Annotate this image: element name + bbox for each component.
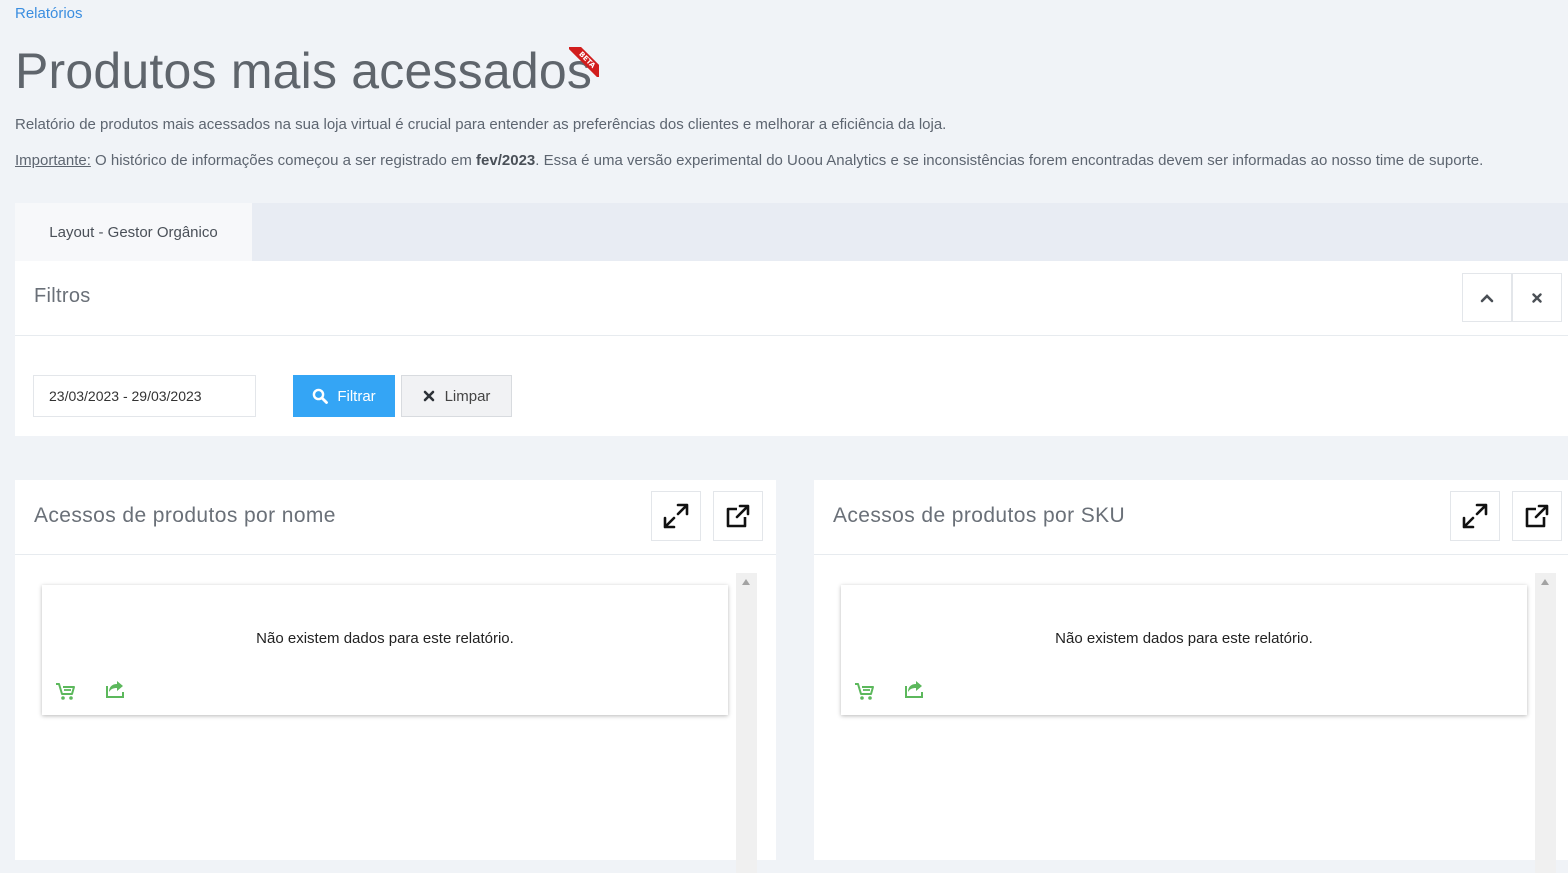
filter-button[interactable]: Filtrar: [293, 375, 395, 417]
card-title: Acessos de produtos por nome: [34, 504, 336, 527]
close-icon: [1532, 292, 1542, 303]
expand-icon: [1462, 503, 1488, 529]
card-header: Acessos de produtos por nome: [15, 480, 776, 555]
empty-message: Não existem dados para este relatório.: [1055, 630, 1313, 647]
collapse-button[interactable]: [1462, 273, 1512, 322]
report-card: Não existem dados para este relatório.: [841, 585, 1527, 715]
clear-button[interactable]: Limpar: [401, 375, 512, 417]
open-external-button[interactable]: [713, 491, 763, 541]
expand-button[interactable]: [1450, 491, 1500, 541]
beta-badge: BETA: [569, 47, 599, 77]
page-title: Produtos mais acessados: [15, 43, 593, 99]
date-range-input[interactable]: 23/03/2023 - 29/03/2023: [33, 375, 256, 417]
close-icon: [423, 390, 434, 402]
page-description: Relatório de produtos mais acessados na …: [15, 116, 947, 133]
filter-title: Filtros: [34, 285, 91, 307]
card-header: Acessos de produtos por SKU: [814, 480, 1568, 555]
card-products-by-sku: Acessos de produtos por SKU Não existem …: [814, 480, 1568, 873]
filter-header: Filtros: [15, 261, 1568, 336]
scrollbar[interactable]: [1535, 573, 1556, 873]
filter-panel: Filtros 23/03/2023 - 29/03/2023 Filtrar …: [15, 261, 1568, 436]
search-icon: [313, 388, 329, 404]
notice: Importante: O histórico de informações c…: [15, 152, 1484, 169]
report-card: Não existem dados para este relatório.: [42, 585, 728, 715]
cart-icon[interactable]: [54, 680, 78, 702]
expand-icon: [663, 503, 689, 529]
chevron-up-icon: [1480, 293, 1494, 302]
card-title: Acessos de produtos por SKU: [833, 504, 1126, 527]
share-icon[interactable]: [903, 678, 927, 700]
share-icon[interactable]: [104, 678, 128, 700]
tab-bar: Layout - Gestor Orgânico: [15, 203, 1568, 261]
external-link-icon: [726, 504, 750, 528]
card-products-by-name: Acessos de produtos por nome Não existem…: [15, 480, 776, 873]
notice-highlight: fev/2023: [476, 152, 536, 169]
cart-icon[interactable]: [853, 680, 877, 702]
empty-message: Não existem dados para este relatório.: [256, 630, 514, 647]
open-external-button[interactable]: [1512, 491, 1562, 541]
tab-layout-gestor-organico[interactable]: Layout - Gestor Orgânico: [15, 203, 252, 261]
breadcrumb[interactable]: Relatórios: [15, 5, 83, 22]
expand-button[interactable]: [651, 491, 701, 541]
notice-label: Importante:: [15, 152, 91, 169]
close-button[interactable]: [1512, 273, 1562, 322]
scrollbar[interactable]: [736, 573, 757, 873]
external-link-icon: [1525, 504, 1549, 528]
